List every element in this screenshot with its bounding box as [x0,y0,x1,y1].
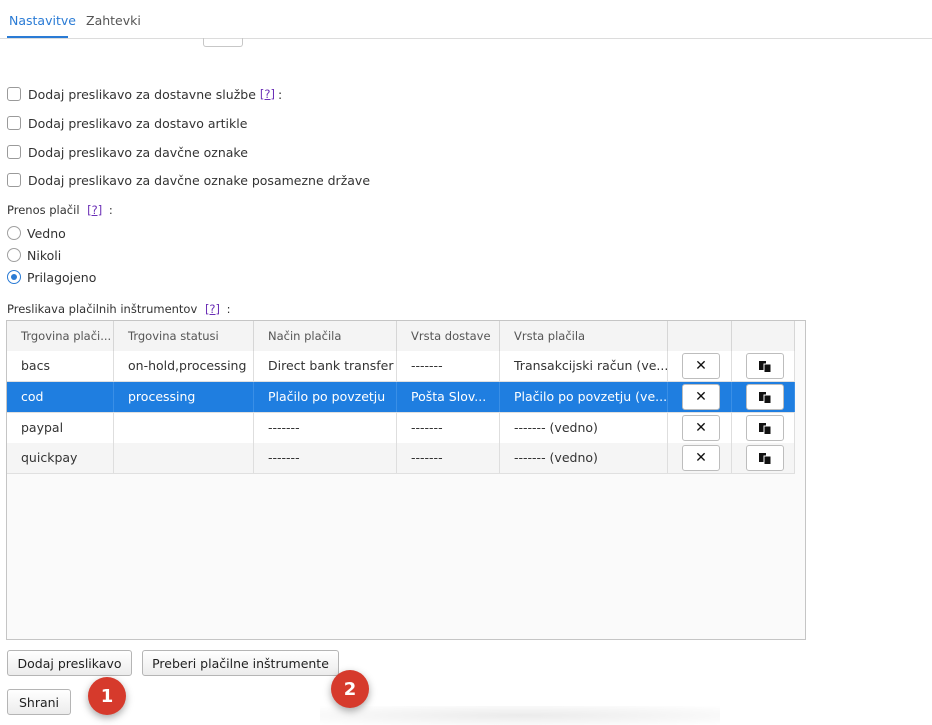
radio-button-checked[interactable] [7,270,21,284]
payment-transfer-label: Prenos plačil [?] : [7,203,113,217]
copy-button[interactable] [746,445,784,471]
radio-prilagojeno[interactable]: Prilagojeno [7,268,96,286]
column-header[interactable]: Trgovina statusi [114,321,254,351]
checkbox-label: Dodaj preslikavo za davčne oznake [28,144,248,160]
table-cell: ------- [397,351,500,381]
column-header[interactable]: Trgovina plači... [7,321,114,351]
save-button[interactable]: Shrani [7,689,71,715]
tab-zahtevki[interactable]: Zahtevki [86,13,141,28]
payment-mapping-grid: Trgovina plači... Trgovina statusi Način… [6,320,806,640]
table-cell: ------- (vedno) [500,443,668,473]
copy-button[interactable] [746,384,784,410]
delete-cell: ✕ [668,443,732,473]
checkbox-label: Dodaj preslikavo za dostavne službe [28,86,256,102]
delete-button[interactable]: ✕ [682,445,720,471]
mapping-label-text: Preslikava plačilnih inštrumentov [7,302,198,316]
label-colon: : [108,203,113,217]
copy-cell [732,382,795,412]
radio-button[interactable] [7,226,21,240]
checkbox-row-shipping-services[interactable]: Dodaj preslikavo za dostavne službe [?] … [7,85,282,103]
checkbox-row-country-tax-codes[interactable]: Dodaj preslikavo za davčne oznake posame… [7,171,370,189]
help-link[interactable]: [?] [87,203,102,217]
copy-cell [732,443,795,473]
checkbox[interactable] [7,116,21,130]
table-cell: Direct bank transfer [254,351,397,381]
column-header-copy [732,321,795,351]
help-link[interactable]: [?] [260,87,275,101]
checkbox[interactable] [7,173,21,187]
table-cell: processing [114,382,254,412]
annotation-badge-1: 1 [88,677,126,715]
table-row[interactable]: quickpay ------- ------- ------- (vedno)… [7,443,795,474]
radio-nikoli[interactable]: Nikoli [7,246,61,264]
table-cell: ------- [254,443,397,473]
table-cell [114,443,254,473]
mapping-label: Preslikava plačilnih inštrumentov [?] : [7,302,231,316]
table-cell [114,413,254,443]
column-header-delete [668,321,732,351]
checkbox[interactable] [7,145,21,159]
close-icon: ✕ [695,358,707,374]
add-mapping-button[interactable]: Dodaj preslikavo [7,650,132,676]
checkbox-label: Dodaj preslikavo za dostavo artikle [28,115,248,131]
table-cell: cod [7,382,114,412]
read-payment-instruments-button[interactable]: Preberi plačilne inštrumente [142,650,339,676]
delete-cell: ✕ [668,351,732,381]
table-cell: Plačilo po povzetju [254,382,397,412]
checkbox-label: Dodaj preslikavo za davčne oznake posame… [28,172,371,188]
column-header[interactable]: Vrsta plačila [500,321,668,351]
column-header[interactable]: Način plačila [254,321,397,351]
delete-button[interactable]: ✕ [682,353,720,379]
help-link[interactable]: [?] [205,302,220,316]
table-row[interactable]: paypal ------- ------- ------- (vedno) ✕ [7,413,795,444]
table-cell: bacs [7,351,114,381]
bottom-shadow [320,706,720,725]
close-icon: ✕ [695,389,707,405]
table-cell: ------- [254,413,397,443]
close-icon: ✕ [695,450,707,466]
delete-cell: ✕ [668,413,732,443]
copy-icon [759,452,772,465]
grid-header: Trgovina plači... Trgovina statusi Način… [7,321,795,352]
copy-button[interactable] [746,415,784,441]
table-cell: ------- [397,413,500,443]
table-cell: paypal [7,413,114,443]
label-colon: : [277,86,283,102]
copy-icon [759,422,772,435]
copy-cell [732,351,795,381]
table-cell: Pošta Slov... [397,382,500,412]
table-cell: quickpay [7,443,114,473]
radio-label: Prilagojeno [27,269,97,285]
close-icon: ✕ [695,420,707,436]
copy-icon [759,360,772,373]
delete-button[interactable]: ✕ [682,415,720,441]
table-row-selected[interactable]: cod processing Plačilo po povzetju Pošta… [7,382,795,413]
label-colon: : [226,302,231,316]
radio-button[interactable] [7,248,21,262]
radio-vedno[interactable]: Vedno [7,224,66,242]
checkbox-row-shipping-items[interactable]: Dodaj preslikavo za dostavo artikle [7,114,247,132]
checkbox-row-tax-codes[interactable]: Dodaj preslikavo za davčne oznake [7,143,248,161]
copy-button[interactable] [746,353,784,379]
table-cell: Transakcijski račun (ve... [500,351,668,381]
radio-label: Nikoli [27,247,62,263]
collapsed-field-stub [203,38,243,47]
tab-bar: Nastavitve Zahtevki [0,0,932,39]
copy-cell [732,413,795,443]
table-cell: ------- [397,443,500,473]
table-cell: ------- (vedno) [500,413,668,443]
radio-label: Vedno [27,225,66,241]
copy-icon [759,391,772,404]
checkbox[interactable] [7,87,21,101]
tab-nastavitve[interactable]: Nastavitve [9,13,76,28]
table-cell: on-hold,processing [114,351,254,381]
delete-button[interactable]: ✕ [682,384,720,410]
delete-cell: ✕ [668,382,732,412]
table-row[interactable]: bacs on-hold,processing Direct bank tran… [7,351,795,382]
table-cell: Plačilo po povzetju (ve... [500,382,668,412]
annotation-badge-2: 2 [331,670,369,708]
payment-transfer-text: Prenos plačil [7,203,80,217]
column-header[interactable]: Vrsta dostave [397,321,500,351]
active-tab-indicator [7,36,68,38]
